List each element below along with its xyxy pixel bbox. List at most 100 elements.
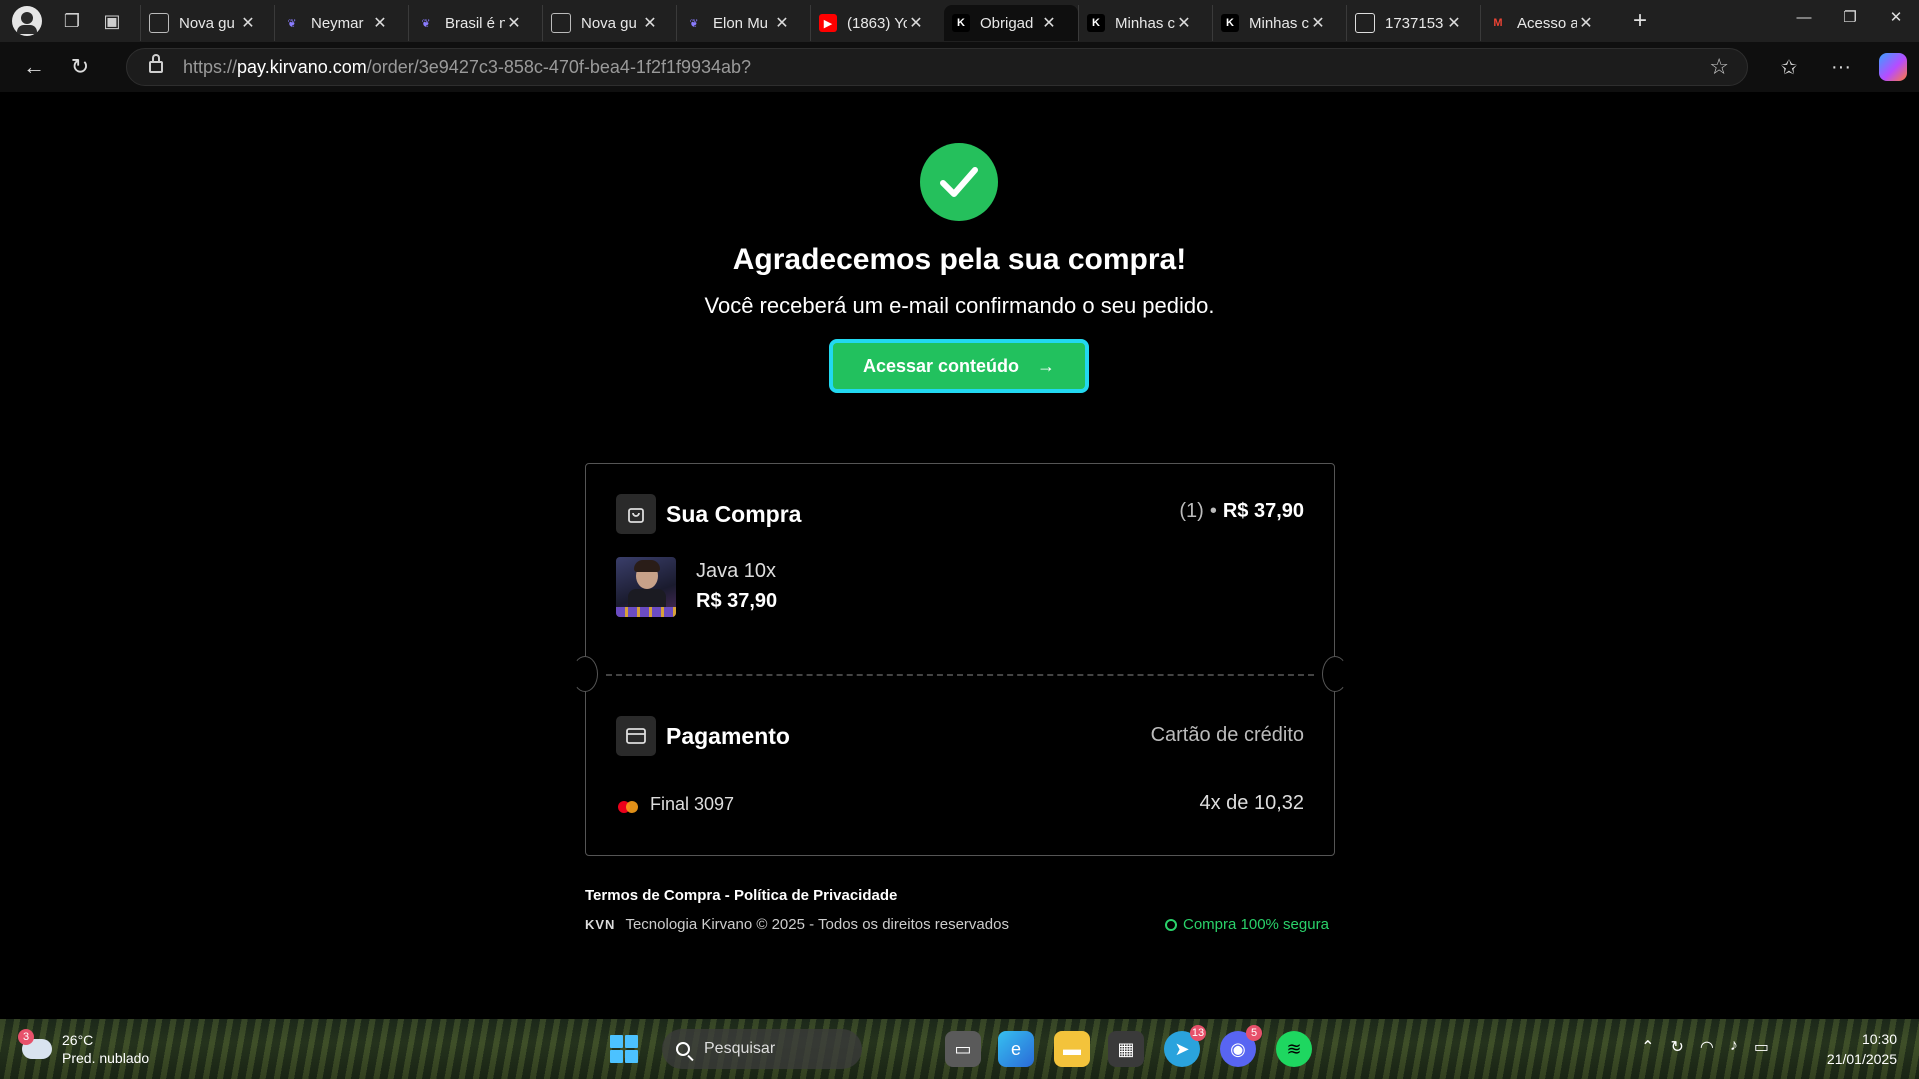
browser-tab[interactable]: Nova gu ✕ xyxy=(542,5,676,41)
browser-tab[interactable]: K Obrigad ✕ xyxy=(944,5,1078,41)
page-subtitle: Você receberá um e-mail confirmando o se… xyxy=(704,293,1215,318)
terms-link[interactable]: Termos de Compra xyxy=(585,887,721,904)
tab-close-icon[interactable]: ✕ xyxy=(907,13,925,33)
system-clock[interactable]: 10:30 21/01/2025 xyxy=(1827,1029,1897,1069)
weather-temp: 26°C xyxy=(62,1032,94,1048)
task-view-icon[interactable]: ▭ xyxy=(945,1031,981,1067)
tab-close-icon[interactable]: ✕ xyxy=(773,13,791,33)
workspaces-icon[interactable]: ❐ xyxy=(52,4,92,38)
footer-copyright: KVN Tecnologia Kirvano © 2025 - Todos os… xyxy=(585,916,1009,933)
browser-tab[interactable]: K Minhas c ✕ xyxy=(1212,5,1346,41)
url-text[interactable]: https://pay.kirvano.com/order/3e9427c3-8… xyxy=(183,57,751,78)
wifi-icon[interactable]: ◠ xyxy=(1700,1037,1714,1057)
kirvano-k-icon: K xyxy=(952,14,970,32)
edge-icon[interactable]: e xyxy=(998,1031,1034,1067)
chevron-up-icon[interactable]: ⌃ xyxy=(1641,1037,1654,1057)
installments: 4x de 10,32 xyxy=(1199,792,1304,814)
browser-tab[interactable]: 1737153 ✕ xyxy=(1346,5,1480,41)
browser-tab[interactable]: K Minhas c ✕ xyxy=(1078,5,1212,41)
tab-close-icon[interactable]: ✕ xyxy=(1309,13,1327,33)
tab-title: Elon Mu xyxy=(713,14,769,32)
copilot-icon[interactable] xyxy=(1879,53,1907,81)
browser-tab[interactable]: ❦ Brasil é n ✕ xyxy=(408,5,542,41)
more-menu-icon[interactable]: ··· xyxy=(1815,47,1867,87)
restore-icon[interactable]: ❐ xyxy=(1827,0,1873,34)
checkout-success-page: Agradecemos pela sua compra! Você recebe… xyxy=(6,95,1913,1018)
telegram-icon[interactable]: ➤ 13 xyxy=(1164,1025,1206,1067)
gmail-icon: M xyxy=(1493,17,1503,29)
cloud-icon: 3 xyxy=(18,1029,52,1059)
arrow-right-icon: → xyxy=(1037,355,1056,376)
browser-tab[interactable]: Nova gu ✕ xyxy=(140,5,274,41)
tab-close-icon[interactable]: ✕ xyxy=(1577,13,1595,33)
tab-close-icon[interactable]: ✕ xyxy=(371,13,389,33)
ticket-divider xyxy=(606,674,1314,676)
discord-icon[interactable]: ◉ 5 xyxy=(1220,1025,1262,1067)
kirvano-k-icon: K xyxy=(1087,14,1105,32)
product-name: Java 10x xyxy=(696,560,777,582)
weather-badge: 3 xyxy=(18,1029,34,1045)
tab-title: Minhas c xyxy=(1115,14,1175,32)
microsoft-store-icon[interactable]: ▦ xyxy=(1108,1031,1144,1067)
tab-title: Nova gu xyxy=(581,14,637,32)
ticket-notch-left xyxy=(572,656,598,692)
browser-tab[interactable]: ❦ Neymar ✕ xyxy=(274,5,408,41)
success-check-icon xyxy=(920,143,998,221)
secure-purchase-text: Compra 100% segura xyxy=(1183,916,1329,933)
page-icon xyxy=(149,13,169,33)
access-content-button[interactable]: Acessar conteúdo → xyxy=(829,339,1089,393)
lock-icon[interactable] xyxy=(149,54,163,73)
tab-title: 1737153 xyxy=(1385,14,1444,32)
order-summary-card: Sua Compra (1) • R$ 37,90 Java 10x R$ 37,9… xyxy=(572,463,1348,856)
favorite-star-icon[interactable]: ☆ xyxy=(1709,54,1729,80)
close-window-icon[interactable]: ✕ xyxy=(1873,0,1919,34)
summary-separator: • xyxy=(1209,500,1217,522)
windows-start-icon[interactable] xyxy=(610,1035,638,1063)
browser-toolbar: ← ↻ https://pay.kirvano.com/order/3e9427… xyxy=(0,42,1919,92)
weather-widget[interactable]: 3 26°C Pred. nublado xyxy=(18,1029,150,1067)
vertical-tabs-icon[interactable]: ▣ xyxy=(92,4,132,38)
browser-tab[interactable]: ▶ (1863) Yo ✕ xyxy=(810,5,944,41)
tab-close-icon[interactable]: ✕ xyxy=(641,13,659,33)
tab-title: Acesso a xyxy=(1517,14,1577,32)
back-icon[interactable]: ← xyxy=(14,47,54,87)
tab-title: Obrigad xyxy=(980,14,1034,32)
minimize-icon[interactable]: — xyxy=(1781,0,1827,34)
toolbar-right: ✩ ··· xyxy=(1763,42,1919,92)
tab-close-icon[interactable]: ✕ xyxy=(1445,13,1463,33)
browser-tab[interactable]: ❦ Elon Mu ✕ xyxy=(676,5,810,41)
url-path: /order/3e9427c3-858c-470f-bea4-1f2f1f993… xyxy=(366,56,752,77)
file-explorer-icon[interactable]: ▬ xyxy=(1054,1031,1090,1067)
payment-section-title: Pagamento xyxy=(666,723,790,749)
tab-close-icon[interactable]: ✕ xyxy=(1040,13,1058,33)
tab-list: Nova gu ✕ ❦ Neymar ✕ ❦ Brasil é n ✕ Nova gu ✕ ❦ Elo… xyxy=(140,0,1614,42)
spotify-icon[interactable]: ≋ xyxy=(1276,1031,1312,1067)
gemini-butterfly-icon: ❦ xyxy=(689,17,699,30)
discord-badge: 5 xyxy=(1246,1025,1262,1041)
favorites-icon[interactable]: ✩ xyxy=(1763,47,1815,87)
volume-icon[interactable]: ♪ xyxy=(1730,1037,1738,1057)
ticket-notch-right xyxy=(1322,656,1348,692)
sync-icon[interactable]: ↻ xyxy=(1671,1037,1684,1057)
tab-close-icon[interactable]: ✕ xyxy=(239,13,257,33)
footer-links: Termos de Compra - Política de Privacida… xyxy=(585,887,897,904)
search-icon xyxy=(676,1042,690,1056)
weather-desc: Pred. nublado xyxy=(62,1050,150,1066)
url-host: pay.kirvano.com xyxy=(237,56,367,77)
purchase-quantity: (1) xyxy=(1179,500,1204,522)
profile-avatar-icon[interactable] xyxy=(12,6,42,36)
tab-close-icon[interactable]: ✕ xyxy=(505,13,523,33)
refresh-icon[interactable]: ↻ xyxy=(60,47,100,87)
kirvano-logo: KVN xyxy=(585,917,616,932)
address-bar[interactable]: https://pay.kirvano.com/order/3e9427c3-8… xyxy=(126,48,1748,86)
new-tab-button[interactable]: + xyxy=(1620,3,1660,39)
browser-tab-strip: ❐ ▣ Nova gu ✕ ❦ Neymar ✕ ❦ Brasil é n ✕ Nova gu ✕… xyxy=(0,0,1919,42)
windows-taskbar: 3 26°C Pred. nublado Pesquisar ▭ e ▬ ▦ ➤… xyxy=(0,1019,1919,1079)
privacy-link[interactable]: Política de Privacidade xyxy=(734,887,897,904)
taskbar-search[interactable]: Pesquisar xyxy=(662,1029,862,1069)
page-icon xyxy=(551,13,571,33)
battery-icon[interactable]: ▭ xyxy=(1754,1037,1769,1057)
page-title: Agradecemos pela sua compra! xyxy=(732,243,1187,276)
browser-tab[interactable]: M Acesso a ✕ xyxy=(1480,5,1614,41)
tab-close-icon[interactable]: ✕ xyxy=(1175,13,1193,33)
